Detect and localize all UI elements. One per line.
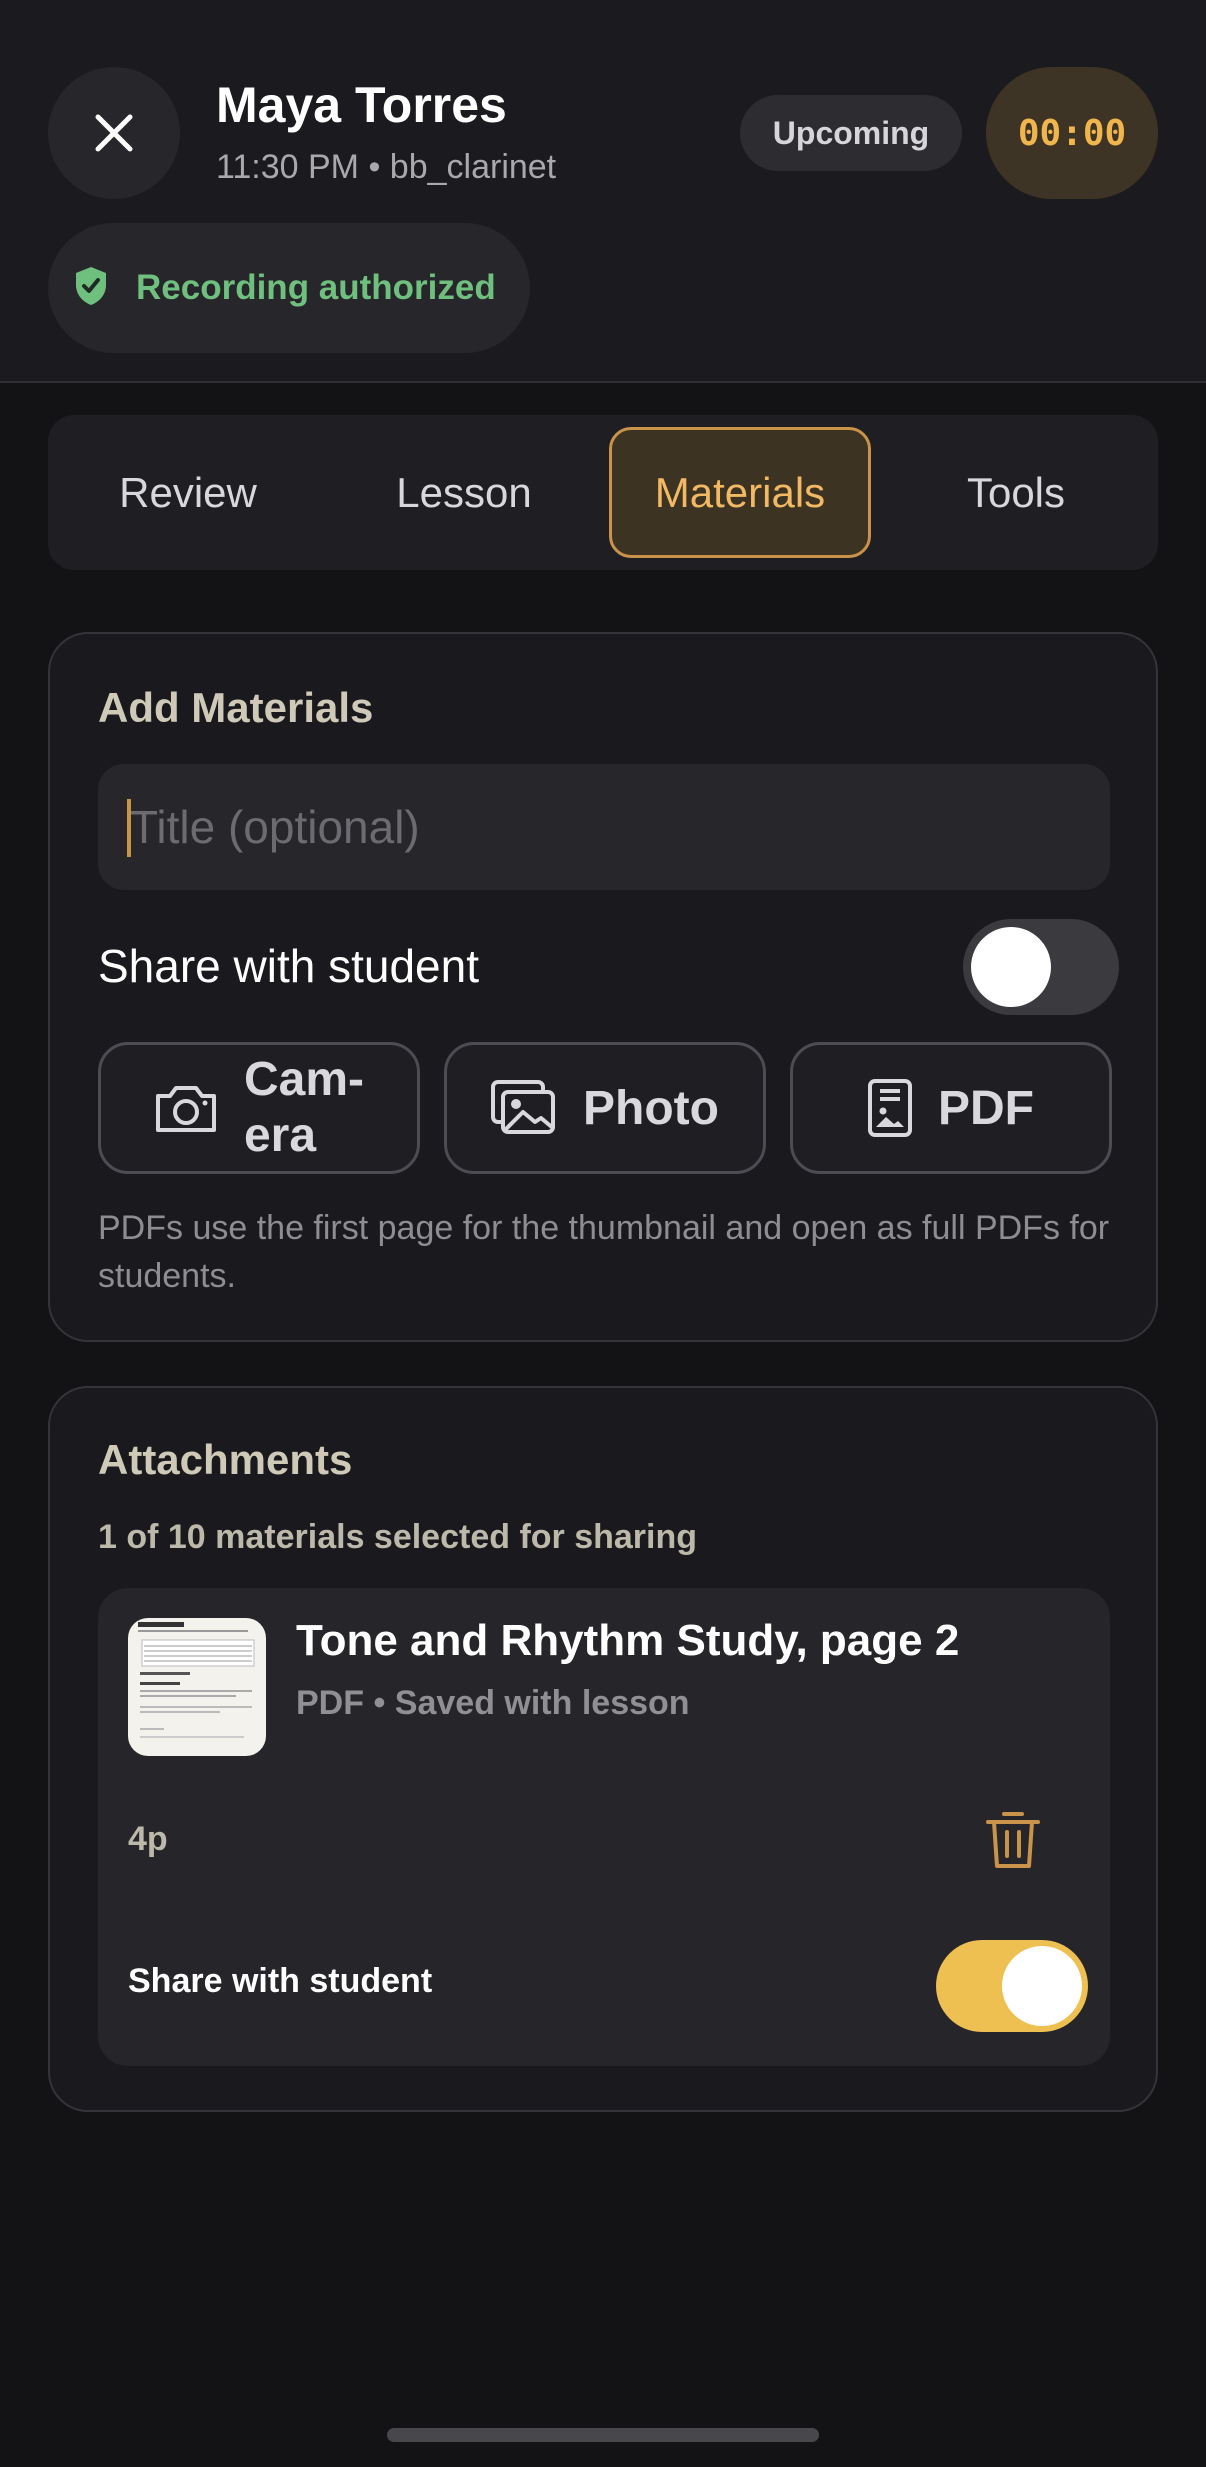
close-button[interactable] <box>48 67 180 199</box>
session-subtitle: 11:30 PM • bb_clarinet <box>216 148 557 186</box>
text-caret <box>127 799 131 857</box>
camera-label: Cam- era <box>243 1053 365 1162</box>
status-badge: Upcoming <box>740 95 962 171</box>
tab-materials[interactable]: Materials <box>609 427 871 558</box>
attachments-heading: Attachments <box>98 1436 353 1483</box>
photo-button[interactable]: Photo <box>444 1042 766 1174</box>
tab-bar: Review Lesson Materials Tools <box>48 415 1158 570</box>
student-name: Maya Torres <box>216 77 507 133</box>
attachment-meta: PDF • Saved with lesson <box>296 1684 690 1722</box>
shield-check-icon <box>74 266 114 310</box>
session-header: Maya Torres 11:30 PM • bb_clarinet Upcom… <box>0 0 1206 383</box>
pdf-thumbnail[interactable] <box>128 1618 266 1756</box>
attachment-share-toggle[interactable] <box>936 1940 1088 2032</box>
pdf-icon <box>868 1079 912 1137</box>
attachment-title: Tone and Rhythm Study, page 2 <box>296 1616 960 1665</box>
tab-lesson[interactable]: Lesson <box>336 427 592 558</box>
share-with-student-label: Share with student <box>98 940 480 992</box>
attachments-card: Attachments 1 of 10 materials selected f… <box>48 1386 1158 2112</box>
toggle-knob <box>971 927 1051 1007</box>
add-materials-card: Add Materials Share with student Cam- er… <box>48 632 1158 1342</box>
delete-attachment-button[interactable] <box>984 1808 1042 1872</box>
recording-label: Recording authorized <box>136 268 496 307</box>
tab-tools[interactable]: Tools <box>888 427 1144 558</box>
session-timer[interactable]: 00:00 <box>986 67 1158 199</box>
camera-button[interactable]: Cam- era <box>98 1042 420 1174</box>
attachment-share-label: Share with student <box>128 1962 433 2000</box>
pdf-button[interactable]: PDF <box>790 1042 1112 1174</box>
page-count: 4p <box>128 1820 168 1858</box>
add-materials-heading: Add Materials <box>98 684 374 731</box>
home-indicator[interactable] <box>387 2428 819 2442</box>
recording-authorized-badge: Recording authorized <box>48 223 530 353</box>
pdf-label: PDF <box>938 1081 1034 1135</box>
photo-icon <box>491 1080 557 1136</box>
photo-label: Photo <box>583 1081 719 1135</box>
pdf-hint-text: PDFs use the first page for the thumbnai… <box>98 1209 1110 1295</box>
share-with-student-toggle[interactable] <box>963 919 1119 1015</box>
camera-icon <box>154 1082 218 1134</box>
close-icon <box>95 114 133 152</box>
toggle-knob <box>1002 1946 1082 2026</box>
tab-review[interactable]: Review <box>60 427 316 558</box>
sharing-summary: 1 of 10 materials selected for sharing <box>98 1518 698 1556</box>
trash-icon <box>986 1812 1040 1868</box>
attachment-item[interactable]: Tone and Rhythm Study, page 2 PDF • Save… <box>98 1588 1110 2066</box>
title-input[interactable] <box>98 764 1110 890</box>
